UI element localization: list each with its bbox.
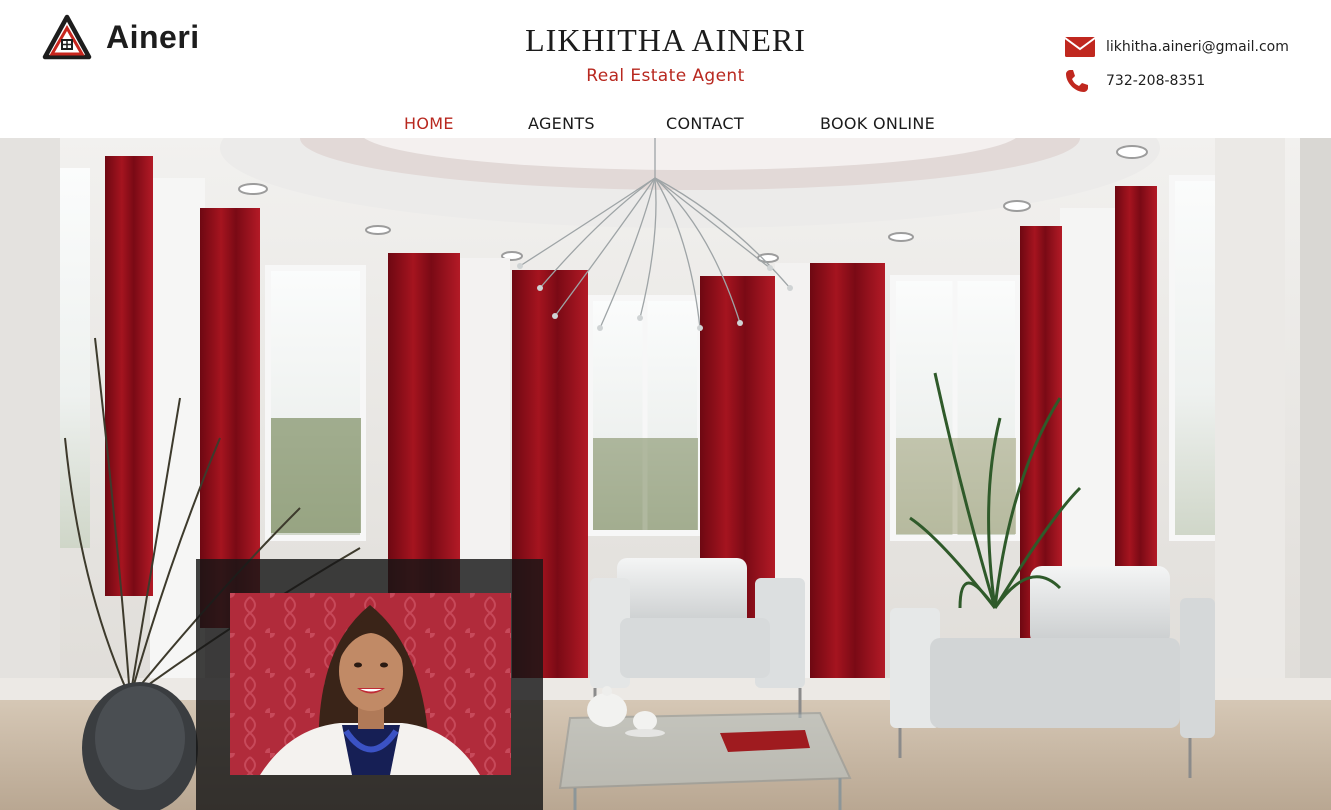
site-header: Aineri LIKHITHA AINERI Real Estate Agent…: [0, 0, 1331, 138]
nav-book-online[interactable]: BOOK ONLINE: [820, 114, 935, 133]
agent-portrait: [230, 593, 511, 775]
main-nav: HOME AGENTS CONTACT BOOK ONLINE: [0, 114, 1331, 138]
email-row[interactable]: likhitha.aineri@gmail.com: [1064, 30, 1289, 64]
phone-number[interactable]: 732-208-8351: [1106, 73, 1205, 89]
nav-agents[interactable]: AGENTS: [528, 114, 595, 133]
email-address[interactable]: likhitha.aineri@gmail.com: [1106, 39, 1289, 55]
phone-row[interactable]: 732-208-8351: [1064, 64, 1289, 98]
contact-info: likhitha.aineri@gmail.com 732-208-8351: [1064, 30, 1289, 98]
nav-home[interactable]: HOME: [404, 114, 454, 133]
nav-contact[interactable]: CONTACT: [666, 114, 744, 133]
phone-icon: [1064, 68, 1096, 94]
envelope-icon: [1064, 34, 1096, 60]
